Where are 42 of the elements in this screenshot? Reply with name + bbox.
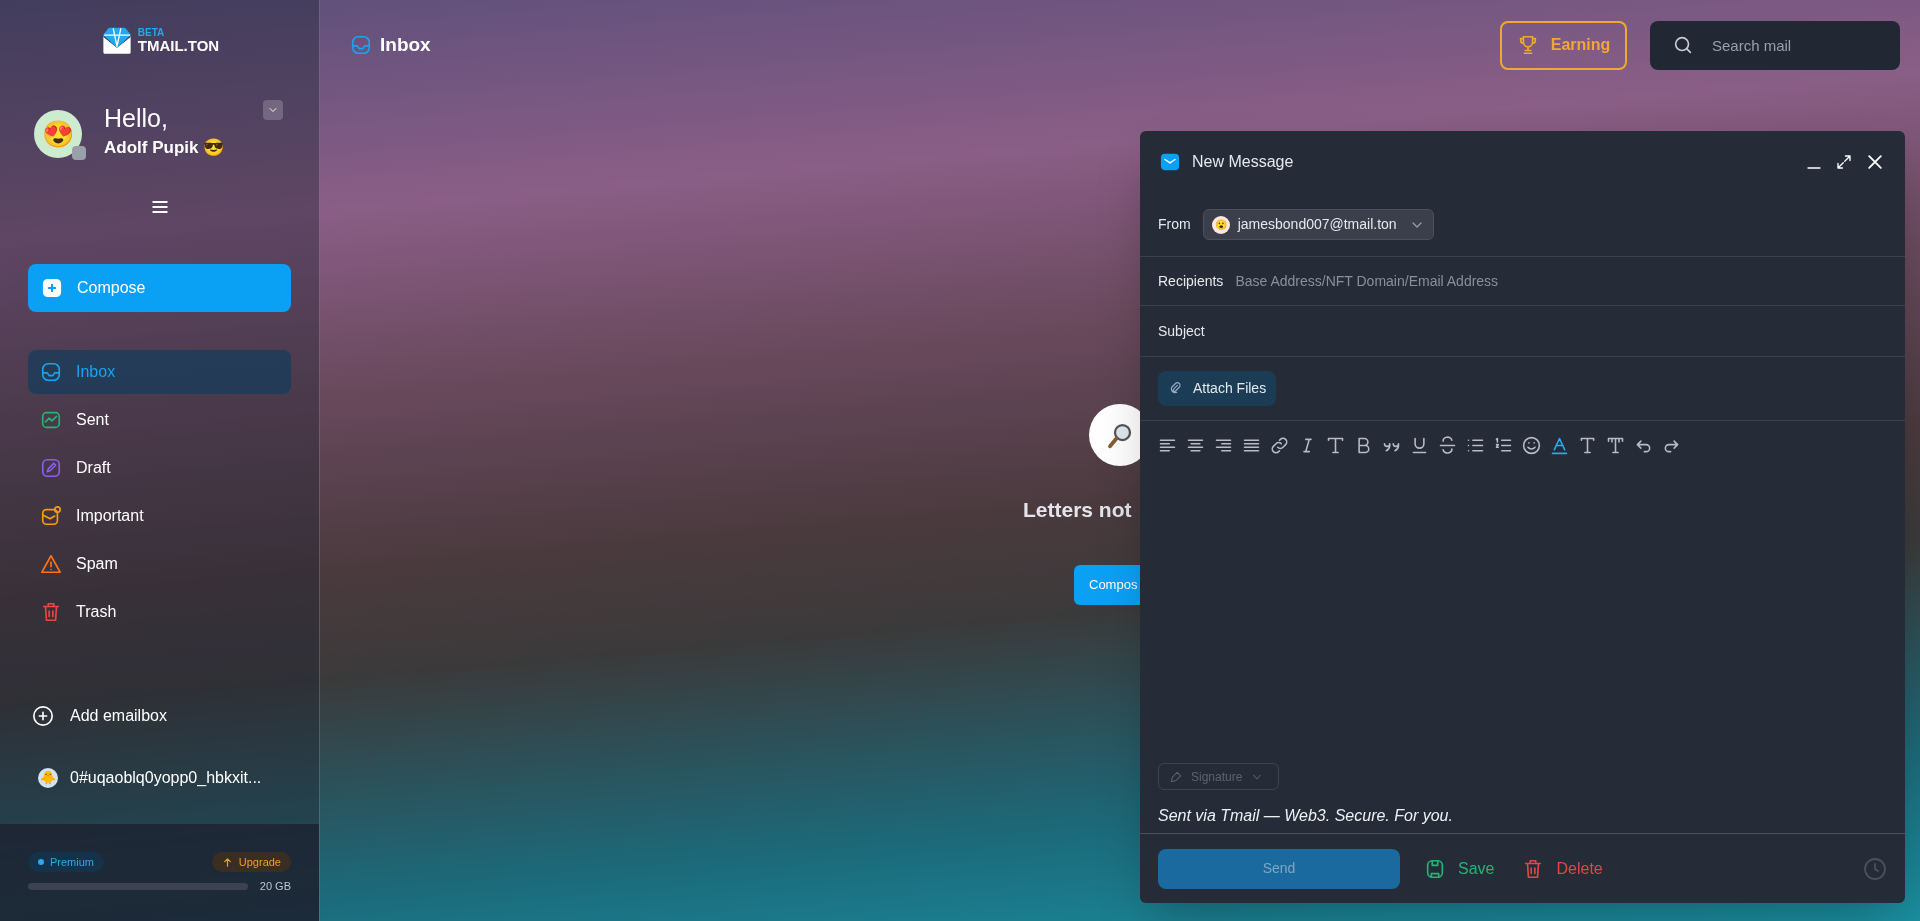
- account-menu-button[interactable]: [263, 100, 283, 120]
- plus-square-icon: [42, 277, 62, 298]
- sender-avatar: 😮: [1211, 215, 1230, 234]
- greeting-text: Hello,: [104, 103, 169, 134]
- floppy-icon: [1424, 857, 1446, 880]
- close-icon[interactable]: [1865, 152, 1885, 172]
- upgrade-button[interactable]: Upgrade: [211, 852, 291, 872]
- nav-item[interactable]: Trash: [28, 589, 291, 634]
- signature-text: Sent via Tmail — Web3. Secure. For you.: [1158, 806, 1454, 826]
- inbox-icon: [350, 34, 372, 56]
- logo-text: TMAIL.TON: [137, 37, 220, 53]
- add-emailbox-button[interactable]: Add emailbox: [32, 703, 167, 728]
- paperclip-icon: [1168, 381, 1183, 396]
- premium-badge: Premium: [28, 852, 104, 872]
- nav-item[interactable]: Spam: [28, 541, 291, 586]
- strikethrough-icon[interactable]: [1437, 434, 1458, 456]
- nav-item[interactable]: Important: [28, 493, 291, 538]
- beta-label: BETA: [137, 27, 166, 38]
- envelope-icon: [1160, 152, 1180, 172]
- expand-icon[interactable]: [1835, 153, 1853, 171]
- from-label: From: [1158, 215, 1191, 234]
- user-name: Adolf Pupik 😎: [104, 137, 225, 159]
- empty-state-message: Letters not: [1023, 497, 1132, 523]
- subject-label: Subject: [1158, 321, 1205, 341]
- account-item[interactable]: 🐥 0#uqaoblq0yopp0_hbkxit...: [38, 765, 262, 790]
- search-field[interactable]: Search mail: [1650, 20, 1900, 70]
- storage-text: 20 GB: [259, 879, 291, 894]
- save-button[interactable]: Save: [1424, 856, 1495, 881]
- arrow-up-icon: [221, 856, 233, 868]
- nav-item[interactable]: Sent: [28, 397, 291, 442]
- compose-title: New Message: [1192, 152, 1294, 172]
- nav-item[interactable]: Draft: [28, 445, 291, 490]
- page-title: Inbox: [350, 30, 431, 60]
- attach-files-button[interactable]: Attach Files: [1158, 371, 1277, 406]
- emoji-icon[interactable]: [1521, 434, 1542, 456]
- nav-item[interactable]: Inbox: [28, 349, 291, 394]
- recipients-field[interactable]: Base Address/NFT Domain/Email Address: [1235, 270, 1887, 292]
- recipients-label: Recipients: [1158, 271, 1224, 291]
- plus-circle-icon: [32, 704, 54, 727]
- sender-select[interactable]: 😮 jamesbond007@tmail.ton: [1202, 209, 1434, 240]
- signature-icon: [1169, 769, 1183, 784]
- delete-button[interactable]: Delete: [1522, 856, 1603, 881]
